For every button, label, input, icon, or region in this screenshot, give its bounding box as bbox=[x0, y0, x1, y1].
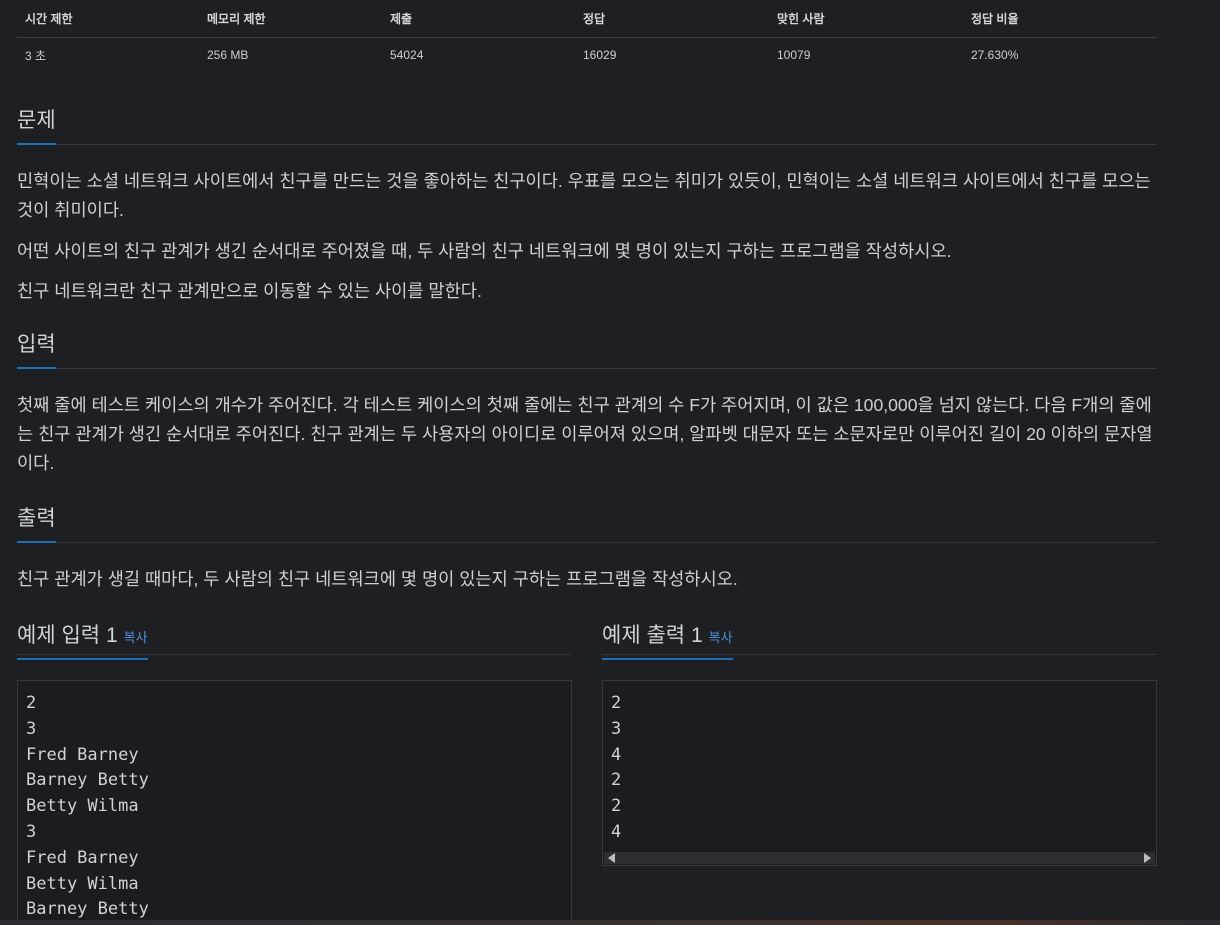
value-time-limit: 3 초 bbox=[25, 48, 47, 63]
example-output-heading: 예제 출력 1 복사 bbox=[602, 619, 733, 660]
header-accept-ratio: 정답 비율 bbox=[963, 0, 1157, 38]
example-output-header: 예제 출력 1 복사 bbox=[602, 619, 1157, 660]
problem-paragraph-1: 민혁이는 소셜 네트워크 사이트에서 친구를 만드는 것을 좋아하는 친구이다.… bbox=[17, 171, 1151, 220]
example-input-line: Barney Betty bbox=[26, 770, 149, 791]
example-output-box[interactable]: 2 3 4 2 2 4 bbox=[602, 680, 1157, 866]
example-input-line: Betty Wilma bbox=[26, 796, 139, 817]
example-input-title: 예제 입력 1 bbox=[17, 624, 118, 647]
copy-example-input-button[interactable]: 복사 bbox=[124, 630, 148, 645]
output-title: 출력 bbox=[17, 502, 56, 543]
example-input-line: 2 bbox=[26, 693, 37, 713]
info-value-row: 3 초 256 MB 54024 16029 10079 27.630% bbox=[17, 37, 1157, 73]
example-output-title: 예제 출력 1 bbox=[602, 624, 703, 647]
example-output-line: 4 bbox=[611, 821, 622, 842]
example-input-box[interactable]: 2 3 Fred Barney Barney Betty Betty Wilma… bbox=[17, 680, 572, 925]
example-input-line: 3 bbox=[26, 821, 37, 842]
example-input-line: Betty Wilma bbox=[26, 873, 139, 894]
value-memory-limit: 256 MB bbox=[207, 48, 249, 63]
example-output-line: 3 bbox=[611, 718, 622, 739]
problem-title: 문제 bbox=[17, 104, 56, 145]
header-submissions: 제출 bbox=[382, 0, 575, 38]
horizontal-scrollbar[interactable] bbox=[604, 852, 1155, 864]
example-input-header: 예제 입력 1 복사 bbox=[17, 619, 572, 660]
problem-page: 시간 제한 메모리 제한 제출 정답 맞힌 사람 정답 비율 3 초 256 M… bbox=[0, 0, 1220, 925]
scroll-right-arrow-icon[interactable] bbox=[1144, 853, 1151, 863]
input-title: 입력 bbox=[17, 328, 56, 369]
output-description: 친구 관계가 생길 때마다, 두 사람의 친구 네트워크에 몇 명이 있는지 구… bbox=[17, 569, 738, 589]
header-solvers: 맞힌 사람 bbox=[769, 0, 963, 38]
scroll-left-arrow-icon[interactable] bbox=[608, 853, 615, 863]
value-solvers: 10079 bbox=[777, 48, 811, 63]
value-accepted: 16029 bbox=[583, 48, 617, 63]
value-submissions: 54024 bbox=[390, 48, 424, 63]
value-accept-ratio: 27.630% bbox=[971, 48, 1019, 63]
header-accepted: 정답 bbox=[575, 0, 769, 38]
example-output-line: 2 bbox=[611, 770, 622, 791]
copy-example-output-button[interactable]: 복사 bbox=[709, 630, 733, 645]
problem-section-header: 문제 bbox=[17, 104, 1157, 145]
header-memory-limit: 메모리 제한 bbox=[199, 0, 382, 38]
example-input-line: Fred Barney bbox=[26, 847, 139, 868]
example-input-line: Fred Barney bbox=[26, 744, 139, 765]
example-input-line: 3 bbox=[26, 718, 37, 739]
input-section-header: 입력 bbox=[17, 328, 1157, 369]
example-output-line: 2 bbox=[611, 693, 622, 713]
output-section-header: 출력 bbox=[17, 502, 1157, 543]
input-description: 첫째 줄에 테스트 케이스의 개수가 주어진다. 각 테스트 케이스의 첫째 줄… bbox=[17, 395, 1153, 473]
window-bottom-edge bbox=[0, 920, 1220, 925]
info-header-row: 시간 제한 메모리 제한 제출 정답 맞힌 사람 정답 비율 bbox=[17, 0, 1157, 38]
problem-paragraph-3: 친구 네트워크란 친구 관계만으로 이동할 수 있는 사이를 말한다. bbox=[17, 281, 482, 301]
header-time-limit: 시간 제한 bbox=[17, 0, 199, 38]
example-input-heading: 예제 입력 1 복사 bbox=[17, 619, 148, 660]
problem-info-table: 시간 제한 메모리 제한 제출 정답 맞힌 사람 정답 비율 3 초 256 M… bbox=[17, 0, 1157, 73]
example-output-line: 4 bbox=[611, 744, 622, 765]
problem-paragraph-2: 어떤 사이트의 친구 관계가 생긴 순서대로 주어졌을 때, 두 사람의 친구 … bbox=[17, 241, 952, 261]
example-output-line: 2 bbox=[611, 796, 622, 817]
